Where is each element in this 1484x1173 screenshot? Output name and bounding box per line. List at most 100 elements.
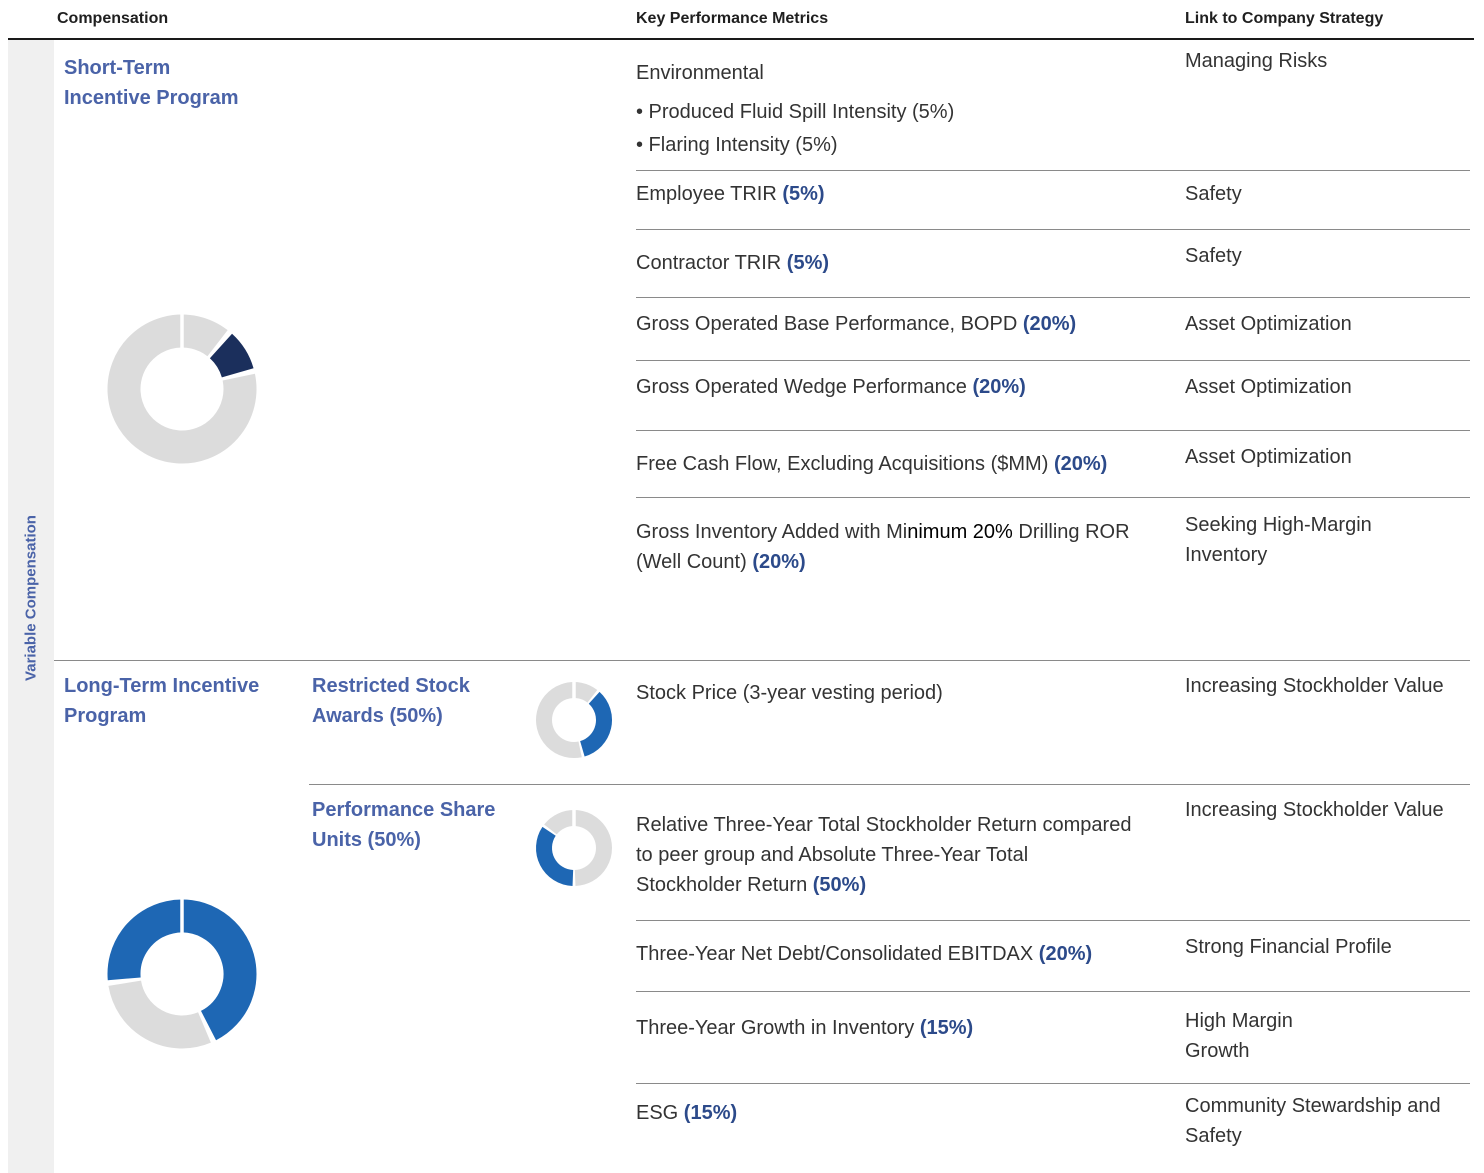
metric-environmental-title: Environmental xyxy=(636,62,764,84)
long-term-program-line2: Program xyxy=(64,705,147,727)
metric-net-debt-ebitdax: Three-Year Net Debt/Consolidated EBITDAX… xyxy=(636,939,1092,969)
metric-weight: (20%) xyxy=(1038,943,1093,965)
strategy-line1: Community Stewardship and xyxy=(1185,1095,1441,1117)
long-term-program-title: Long-Term Incentive Program xyxy=(64,671,259,731)
row-divider xyxy=(636,170,1470,171)
rsa-title: Restricted Stock Awards (50%) xyxy=(312,671,470,731)
short-term-donut xyxy=(107,314,257,464)
metric-weight: (20%) xyxy=(752,551,806,573)
strategy-safety: Safety xyxy=(1185,245,1242,267)
metric-text: Gross Operated Base Performance, BOPD xyxy=(636,313,1023,335)
row-divider xyxy=(636,497,1470,498)
metric-weight: (20%) xyxy=(1053,453,1108,475)
sidebar-label: Variable Compensation xyxy=(22,515,40,681)
metric-text-part: Stockholder Return xyxy=(636,874,813,896)
psu-donut xyxy=(536,809,612,886)
row-divider xyxy=(636,920,1470,921)
row-divider xyxy=(309,784,1470,785)
header-compensation: Compensation xyxy=(57,10,169,27)
header-rule xyxy=(8,38,1474,40)
metric-text-line2: to peer group and Absolute Three-Year To… xyxy=(636,844,1029,866)
metric-gross-operated-wedge: Gross Operated Wedge Performance (20%) xyxy=(636,372,1026,402)
row-divider xyxy=(636,229,1470,230)
metric-text: Free Cash Flow, Excluding Acquisitions (… xyxy=(636,453,1054,475)
header-key-performance-metrics: Key Performance Metrics xyxy=(636,10,829,27)
row-divider xyxy=(636,297,1470,298)
metric-text-part: Gross Inventory Added with Mi xyxy=(636,521,908,543)
strategy-line1: Seeking High-Margin xyxy=(1185,514,1372,536)
strategy-asset-optimization: Asset Optimization xyxy=(1185,446,1352,468)
metric-text-line2: (Well Count) (20%) xyxy=(636,547,1130,577)
metric-text: Employee TRIR xyxy=(636,183,783,205)
metric-text: Contractor TRIR xyxy=(636,252,787,274)
short-term-program-line2: Incentive Program xyxy=(64,87,239,109)
metric-text: Three-Year Growth in Inventory xyxy=(636,1017,920,1039)
metric-gross-operated-base: Gross Operated Base Performance, BOPD (2… xyxy=(636,309,1076,339)
strategy-asset-optimization: Asset Optimization xyxy=(1185,376,1352,398)
metric-free-cash-flow: Free Cash Flow, Excluding Acquisitions (… xyxy=(636,449,1107,479)
metric-weight: (20%) xyxy=(972,376,1026,398)
strategy-line1: High Margin xyxy=(1185,1010,1293,1032)
metric-text: Three-Year Net Debt/Consolidated EBITDAX xyxy=(636,943,1039,965)
metric-weight: (15%) xyxy=(683,1102,738,1124)
strategy-managing-risks: Managing Risks xyxy=(1185,50,1328,72)
row-divider xyxy=(636,360,1470,361)
strategy-increasing-stockholder-value: Increasing Stockholder Value xyxy=(1185,675,1444,697)
row-divider xyxy=(636,1083,1470,1084)
metric-employee-trir: Employee TRIR (5%) xyxy=(636,179,825,209)
rsa-donut-chart xyxy=(535,681,613,759)
strategy-line2: Safety xyxy=(1185,1125,1242,1147)
metric-text-line1: Gross Inventory Added with Minimum 20% D… xyxy=(636,517,1130,547)
rsa-title-line1: Restricted Stock xyxy=(312,675,470,697)
long-term-donut xyxy=(107,899,257,1049)
donut-segment-remainder xyxy=(108,979,211,1049)
metric-text-part: Drilling ROR xyxy=(1012,521,1130,543)
long-term-donut-chart xyxy=(107,899,257,1049)
metric-flaring-intensity: • Flaring Intensity (5%) xyxy=(636,134,838,156)
strategy-line2: Inventory xyxy=(1185,544,1268,566)
strategy-line2: Growth xyxy=(1185,1040,1250,1062)
metric-text: ESG xyxy=(636,1102,684,1124)
row-divider xyxy=(636,991,1470,992)
metric-weight: (15%) xyxy=(919,1017,974,1039)
metric-produced-fluid-spill: • Produced Fluid Spill Intensity (5%) xyxy=(636,101,955,123)
metric-growth-in-inventory: Three-Year Growth in Inventory (15%) xyxy=(636,1013,973,1043)
psu-donut-chart xyxy=(535,809,613,887)
row-divider xyxy=(636,430,1470,431)
rsa-donut xyxy=(536,681,612,758)
metric-weight: (20%) xyxy=(1022,313,1077,335)
psu-title: Performance Share Units (50%) xyxy=(312,795,495,855)
metric-environmental: Environmental • Produced Fluid Spill Int… xyxy=(636,58,954,160)
donut-segment-highlight xyxy=(579,691,612,757)
section-divider xyxy=(54,660,1470,661)
metric-text-part: nimum 20% xyxy=(907,521,1013,543)
strategy-asset-optimization: Asset Optimization xyxy=(1185,313,1352,335)
short-term-program-line1: Short-Term xyxy=(64,57,171,79)
strategy-community-stewardship: Community Stewardship and Safety xyxy=(1185,1091,1441,1151)
metric-weight: (5%) xyxy=(786,252,830,274)
header-link-to-company-strategy: Link to Company Strategy xyxy=(1185,10,1384,27)
metric-text-line3: Stockholder Return (50%) xyxy=(636,870,1131,900)
rsa-title-line2: Awards (50%) xyxy=(312,705,443,727)
short-term-program-title: Short-Term Incentive Program xyxy=(64,53,239,113)
short-term-donut-chart xyxy=(107,314,257,464)
metric-contractor-trir: Contractor TRIR (5%) xyxy=(636,248,829,278)
metric-weight: (5%) xyxy=(782,183,825,205)
psu-title-line1: Performance Share xyxy=(312,799,496,821)
strategy-strong-financial-profile: Strong Financial Profile xyxy=(1185,936,1392,958)
strategy-high-margin-growth: High Margin Growth xyxy=(1185,1006,1293,1066)
strategy-increasing-stockholder-value: Increasing Stockholder Value xyxy=(1185,799,1444,821)
metric-relative-tsr: Relative Three-Year Total Stockholder Re… xyxy=(636,810,1131,900)
metric-gross-inventory-added: Gross Inventory Added with Minimum 20% D… xyxy=(636,517,1130,577)
metric-stock-price: Stock Price (3-year vesting period) xyxy=(636,682,943,704)
metric-text: Gross Operated Wedge Performance xyxy=(636,376,973,398)
long-term-program-line1: Long-Term Incentive xyxy=(64,675,260,697)
metric-text-line1: Relative Three-Year Total Stockholder Re… xyxy=(636,814,1132,836)
strategy-seeking-high-margin: Seeking High-Margin Inventory xyxy=(1185,510,1372,570)
metric-weight: (50%) xyxy=(812,874,867,896)
psu-title-line2: Units (50%) xyxy=(312,829,421,851)
strategy-safety: Safety xyxy=(1185,183,1242,205)
donut-segment-highlight xyxy=(209,333,254,379)
metric-text-part: (Well Count) xyxy=(636,551,753,573)
donut-segment-highlight xyxy=(536,826,574,886)
